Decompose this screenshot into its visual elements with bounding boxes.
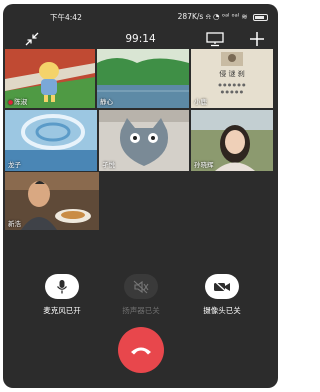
participant-tile[interactable]: ●陈淑	[5, 49, 95, 108]
status-indicators: 287K/s ⍾ ◔ ᵒᵃˡ ᵒᵃˡ ≋	[178, 12, 268, 22]
poster-title: 侵 谜 刹	[219, 69, 244, 78]
speaker-button[interactable]	[124, 274, 158, 299]
participant-name: 孙晓辉	[194, 161, 214, 169]
mic-muted-icon: ●	[8, 99, 14, 106]
poster-line: ● ● ● ● ● ●	[218, 82, 246, 87]
participant-name: 静心	[100, 98, 113, 106]
call-header: 99:14	[3, 28, 278, 50]
camera-control[interactable]: 摄像头已关	[193, 274, 251, 316]
status-time: 下午4:42	[50, 13, 82, 22]
add-participant-icon[interactable]	[249, 31, 265, 47]
participant-tile[interactable]: 孑悦	[99, 110, 189, 171]
participant-name: 孑悦	[102, 161, 115, 169]
participant-name: ●陈淑	[8, 98, 28, 106]
participant-name: 新浩	[8, 220, 21, 228]
poster-line: ● ● ● ● ●	[221, 89, 244, 94]
mic-label: 麦克风已开	[43, 306, 81, 315]
speaker-off-icon	[133, 280, 149, 293]
battery-icon	[253, 13, 268, 21]
mic-control[interactable]: 麦克风已开	[33, 274, 91, 316]
camera-off-icon	[214, 280, 230, 293]
camera-label: 摄像头已关	[203, 306, 241, 315]
participant-tile[interactable]: 龙子	[5, 110, 97, 171]
participant-tile[interactable]: 侵 谜 刹 ● ● ● ● ● ● ● ● ● ● ● 小鹿	[191, 49, 273, 108]
hang-up-button[interactable]	[118, 327, 164, 373]
screen-share-icon[interactable]	[205, 31, 225, 47]
camera-button[interactable]	[205, 274, 239, 299]
microphone-icon	[56, 279, 68, 293]
participant-name: 小鹿	[194, 98, 207, 106]
participant-tile[interactable]: 新浩	[5, 172, 99, 230]
network-indicators: 287K/s ⍾ ◔ ᵒᵃˡ ᵒᵃˡ ≋	[177, 12, 248, 21]
participant-tile[interactable]: 静心	[97, 49, 189, 108]
participant-name: 龙子	[8, 161, 21, 169]
phone-hangup-icon	[131, 347, 151, 355]
status-bar: 下午4:42 287K/s ⍾ ◔ ᵒᵃˡ ᵒᵃˡ ≋	[3, 4, 278, 24]
participant-tile[interactable]: 孙晓辉	[191, 110, 273, 171]
speaker-label: 扬声器已关	[122, 306, 160, 315]
call-timer: 99:14	[125, 33, 156, 45]
mic-button[interactable]	[45, 274, 79, 299]
speaker-control[interactable]: 扬声器已关	[112, 274, 170, 316]
call-screen: 下午4:42 287K/s ⍾ ◔ ᵒᵃˡ ᵒᵃˡ ≋ 99:14 ●陈淑 静心…	[3, 4, 278, 388]
